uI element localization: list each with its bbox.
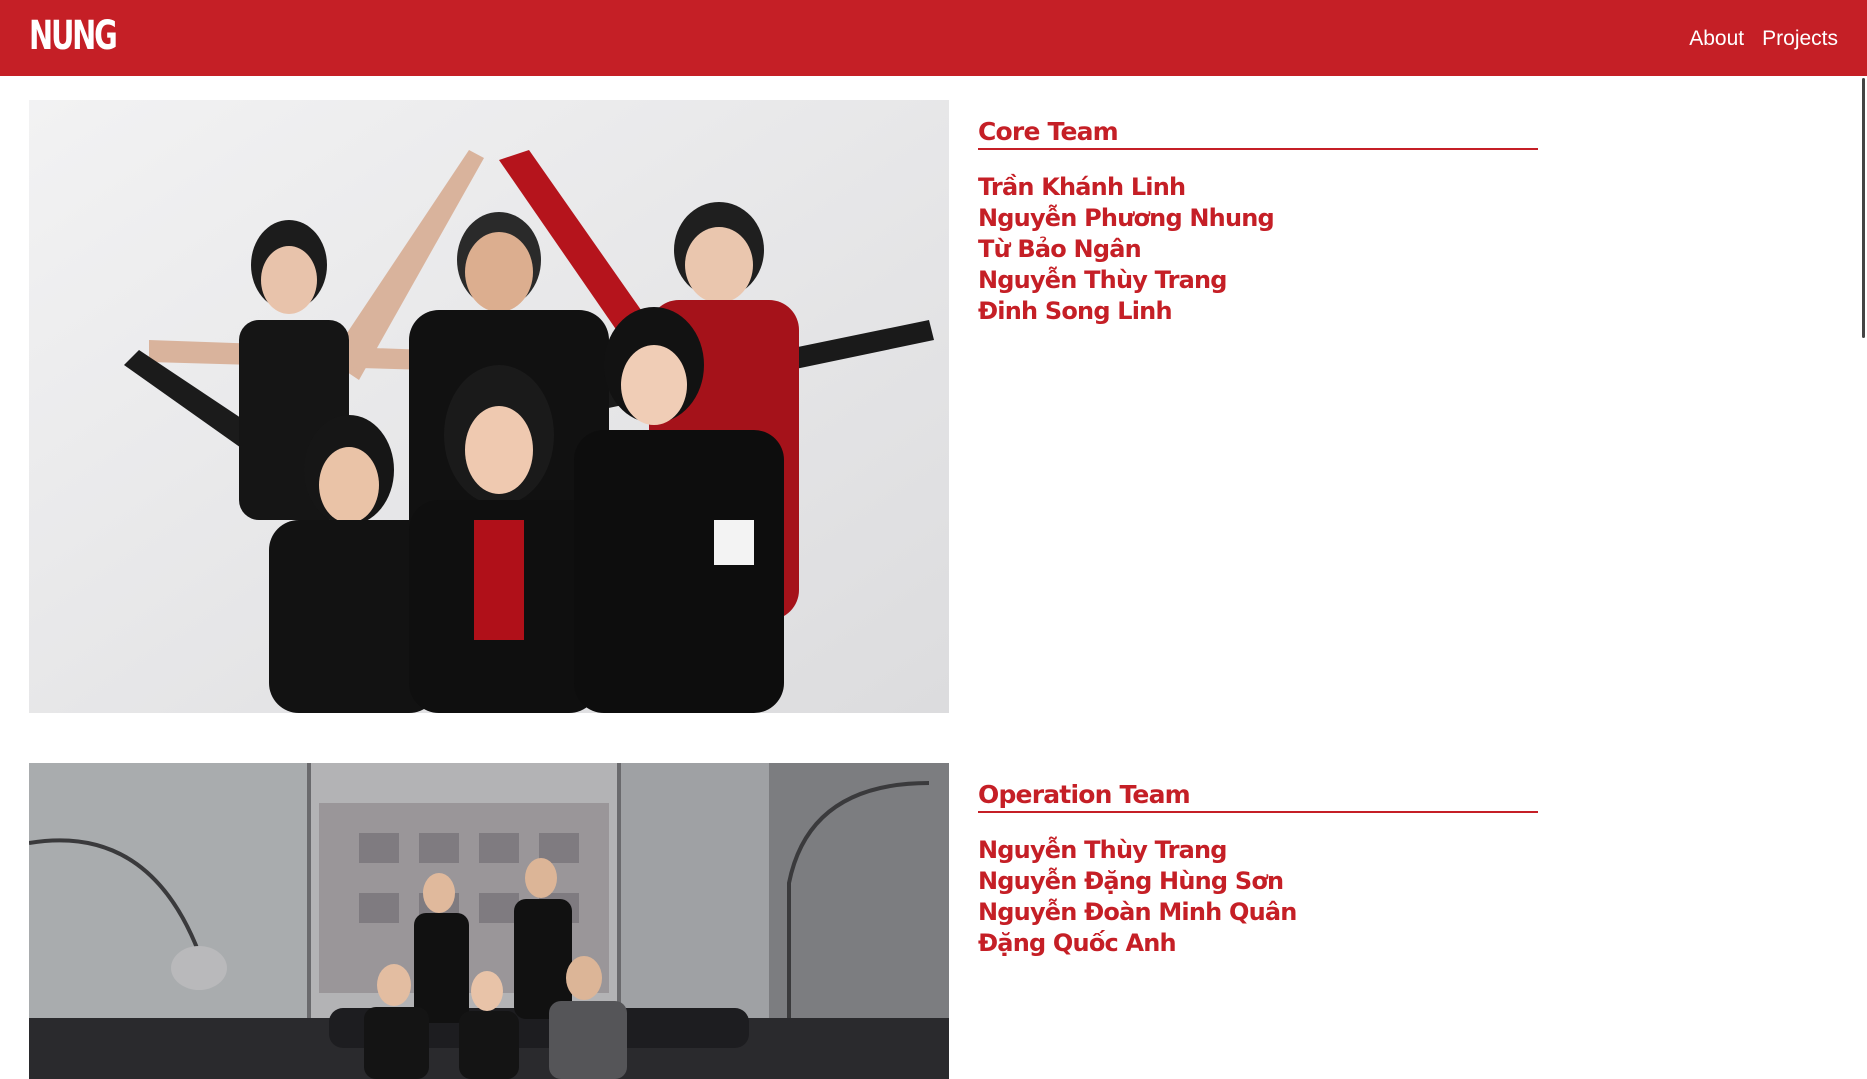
operation-team-info: Operation Team Nguyễn Thùy Trang Nguyễn … xyxy=(978,763,1538,959)
page: NUNG About Projects Core Team Trần Khánh… xyxy=(0,0,1867,1079)
member-name: Nguyễn Đoàn Minh Quân xyxy=(978,898,1297,926)
team-section-core: Core Team Trần Khánh Linh Nguyễn Phương … xyxy=(29,100,1539,714)
member-name: Trần Khánh Linh xyxy=(978,173,1186,201)
site-header: NUNG About Projects xyxy=(0,0,1867,76)
team-title: Operation Team xyxy=(978,763,1538,813)
member-name: Đinh Song Linh xyxy=(978,297,1173,325)
core-team-info: Core Team Trần Khánh Linh Nguyễn Phương … xyxy=(978,100,1538,327)
member-list: Nguyễn Thùy Trang Nguyễn Đặng Hùng Sơn N… xyxy=(978,813,1538,959)
member-list: Trần Khánh Linh Nguyễn Phương Nhung Từ B… xyxy=(978,150,1538,327)
main-nav: About Projects xyxy=(1689,24,1838,54)
member-name: Nguyễn Thùy Trang xyxy=(978,836,1228,864)
team-section-operation: Operation Team Nguyễn Thùy Trang Nguyễn … xyxy=(29,763,1539,1079)
site-logo[interactable]: NUNG xyxy=(29,12,118,60)
nav-link-projects[interactable]: Projects xyxy=(1762,24,1838,54)
member-name: Đặng Quốc Anh xyxy=(978,929,1177,957)
member-name: Nguyễn Phương Nhung xyxy=(978,204,1275,232)
nav-link-about[interactable]: About xyxy=(1689,24,1744,54)
core-team-photo xyxy=(29,100,949,713)
member-name: Nguyễn Thùy Trang xyxy=(978,266,1228,294)
member-name: Nguyễn Đặng Hùng Sơn xyxy=(978,867,1284,895)
page-scrollbar[interactable] xyxy=(1862,78,1865,338)
team-title: Core Team xyxy=(978,100,1538,150)
operation-team-photo xyxy=(29,763,949,1079)
member-name: Từ Bảo Ngân xyxy=(978,235,1142,263)
